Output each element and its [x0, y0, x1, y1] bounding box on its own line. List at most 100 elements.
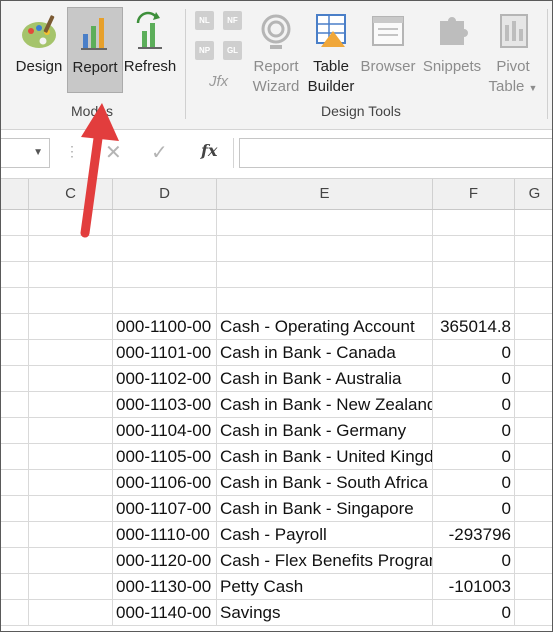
cell-description[interactable]: Cash - Flex Benefits Program: [217, 548, 433, 574]
cell-amount[interactable]: -293796: [433, 522, 515, 548]
row-header-cell[interactable]: [1, 392, 29, 418]
cell-account[interactable]: 000-1130-00: [113, 574, 217, 600]
cell-description[interactable]: Savings: [217, 600, 433, 626]
insert-function-button[interactable]: fx: [201, 141, 217, 160]
cell-amount[interactable]: 0: [433, 600, 515, 626]
row-header-cell[interactable]: [1, 600, 29, 626]
cell-amount[interactable]: 0: [433, 496, 515, 522]
cell-description[interactable]: Cash - Operating Account: [217, 314, 433, 340]
cell-description[interactable]: Cash in Bank - Canada: [217, 340, 433, 366]
cell-c[interactable]: [29, 418, 113, 444]
cell-g[interactable]: [515, 496, 552, 522]
cell-account[interactable]: 000-1103-00: [113, 392, 217, 418]
column-header-d[interactable]: D: [113, 179, 217, 209]
nf-icon[interactable]: NF: [223, 11, 242, 30]
cell-description[interactable]: Cash in Bank - Singapore: [217, 496, 433, 522]
nl-icon[interactable]: NL: [195, 11, 214, 30]
cell-amount[interactable]: 0: [433, 392, 515, 418]
np-icon[interactable]: NP: [195, 41, 214, 60]
cell-g[interactable]: [515, 574, 552, 600]
cell-description[interactable]: Cash in Bank - Australia: [217, 366, 433, 392]
cell-amount[interactable]: 365014.8: [433, 314, 515, 340]
jfx-button[interactable]: Jfx: [209, 73, 228, 90]
row-header-cell[interactable]: [1, 496, 29, 522]
refresh-button[interactable]: Refresh: [123, 7, 177, 91]
enter-icon[interactable]: ✓: [151, 140, 168, 165]
cell-c[interactable]: [29, 262, 113, 288]
cell-c[interactable]: [29, 366, 113, 392]
cell-account[interactable]: 000-1106-00: [113, 470, 217, 496]
cell-account[interactable]: [113, 262, 217, 288]
cell-g[interactable]: [515, 548, 552, 574]
cell-c[interactable]: [29, 444, 113, 470]
formula-input[interactable]: [239, 138, 552, 168]
cell-c[interactable]: [29, 314, 113, 340]
cell-description[interactable]: Cash in Bank - New Zealand: [217, 392, 433, 418]
cell-account[interactable]: 000-1100-00: [113, 314, 217, 340]
cell-amount[interactable]: [433, 210, 515, 236]
cell-description[interactable]: [217, 236, 433, 262]
cell-amount[interactable]: 0: [433, 418, 515, 444]
name-box[interactable]: ▼: [1, 138, 50, 168]
row-header-cell[interactable]: [1, 418, 29, 444]
cell-g[interactable]: [515, 262, 552, 288]
cell-c[interactable]: [29, 340, 113, 366]
cell-c[interactable]: [29, 496, 113, 522]
cell-c[interactable]: [29, 574, 113, 600]
cell-g[interactable]: [515, 210, 552, 236]
cell-g[interactable]: [515, 340, 552, 366]
row-header-cell[interactable]: [1, 444, 29, 470]
cell-description[interactable]: Cash in Bank - South Africa: [217, 470, 433, 496]
cell-amount[interactable]: 0: [433, 444, 515, 470]
cell-c[interactable]: [29, 392, 113, 418]
row-header-cell[interactable]: [1, 340, 29, 366]
cell-account[interactable]: [113, 236, 217, 262]
row-header-cell[interactable]: [1, 236, 29, 262]
pivot-table-button[interactable]: Pivot Table ▼: [487, 7, 539, 95]
cell-g[interactable]: [515, 600, 552, 626]
row-header-cell[interactable]: [1, 210, 29, 236]
cell-account[interactable]: 000-1140-00: [113, 600, 217, 626]
cell-account[interactable]: 000-1120-00: [113, 548, 217, 574]
cell-account[interactable]: [113, 210, 217, 236]
cell-c[interactable]: [29, 470, 113, 496]
table-builder-button[interactable]: Table Builder: [305, 7, 357, 95]
row-header-cell[interactable]: [1, 288, 29, 314]
cell-c[interactable]: [29, 288, 113, 314]
cell-g[interactable]: [515, 392, 552, 418]
row-header-cell[interactable]: [1, 548, 29, 574]
cell-c[interactable]: [29, 548, 113, 574]
column-header-f[interactable]: F: [433, 179, 515, 209]
cell-g[interactable]: [515, 236, 552, 262]
row-header-cell[interactable]: [1, 366, 29, 392]
cell-g[interactable]: [515, 418, 552, 444]
cell-g[interactable]: [515, 522, 552, 548]
cell-description[interactable]: [217, 288, 433, 314]
cell-amount[interactable]: [433, 262, 515, 288]
browser-button[interactable]: Browser: [359, 7, 417, 91]
cell-amount[interactable]: [433, 288, 515, 314]
design-button[interactable]: Design: [13, 7, 65, 91]
cell-g[interactable]: [515, 314, 552, 340]
cell-c[interactable]: [29, 522, 113, 548]
report-button[interactable]: Report: [67, 7, 123, 93]
cell-account[interactable]: [113, 288, 217, 314]
cell-amount[interactable]: 0: [433, 470, 515, 496]
cell-account[interactable]: 000-1102-00: [113, 366, 217, 392]
cell-amount[interactable]: 0: [433, 340, 515, 366]
cell-account[interactable]: 000-1110-00: [113, 522, 217, 548]
cell-description[interactable]: Cash in Bank - Germany: [217, 418, 433, 444]
cell-account[interactable]: 000-1105-00: [113, 444, 217, 470]
cell-amount[interactable]: [433, 236, 515, 262]
cell-g[interactable]: [515, 444, 552, 470]
report-wizard-button[interactable]: Report Wizard: [249, 7, 303, 95]
row-header-cell[interactable]: [1, 574, 29, 600]
cell-account[interactable]: 000-1104-00: [113, 418, 217, 444]
column-header-e[interactable]: E: [217, 179, 433, 209]
row-header-cell[interactable]: [1, 522, 29, 548]
cell-g[interactable]: [515, 288, 552, 314]
cell-account[interactable]: 000-1101-00: [113, 340, 217, 366]
cell-description[interactable]: [217, 210, 433, 236]
cell-description[interactable]: [217, 262, 433, 288]
snippets-button[interactable]: Snippets: [419, 7, 485, 91]
